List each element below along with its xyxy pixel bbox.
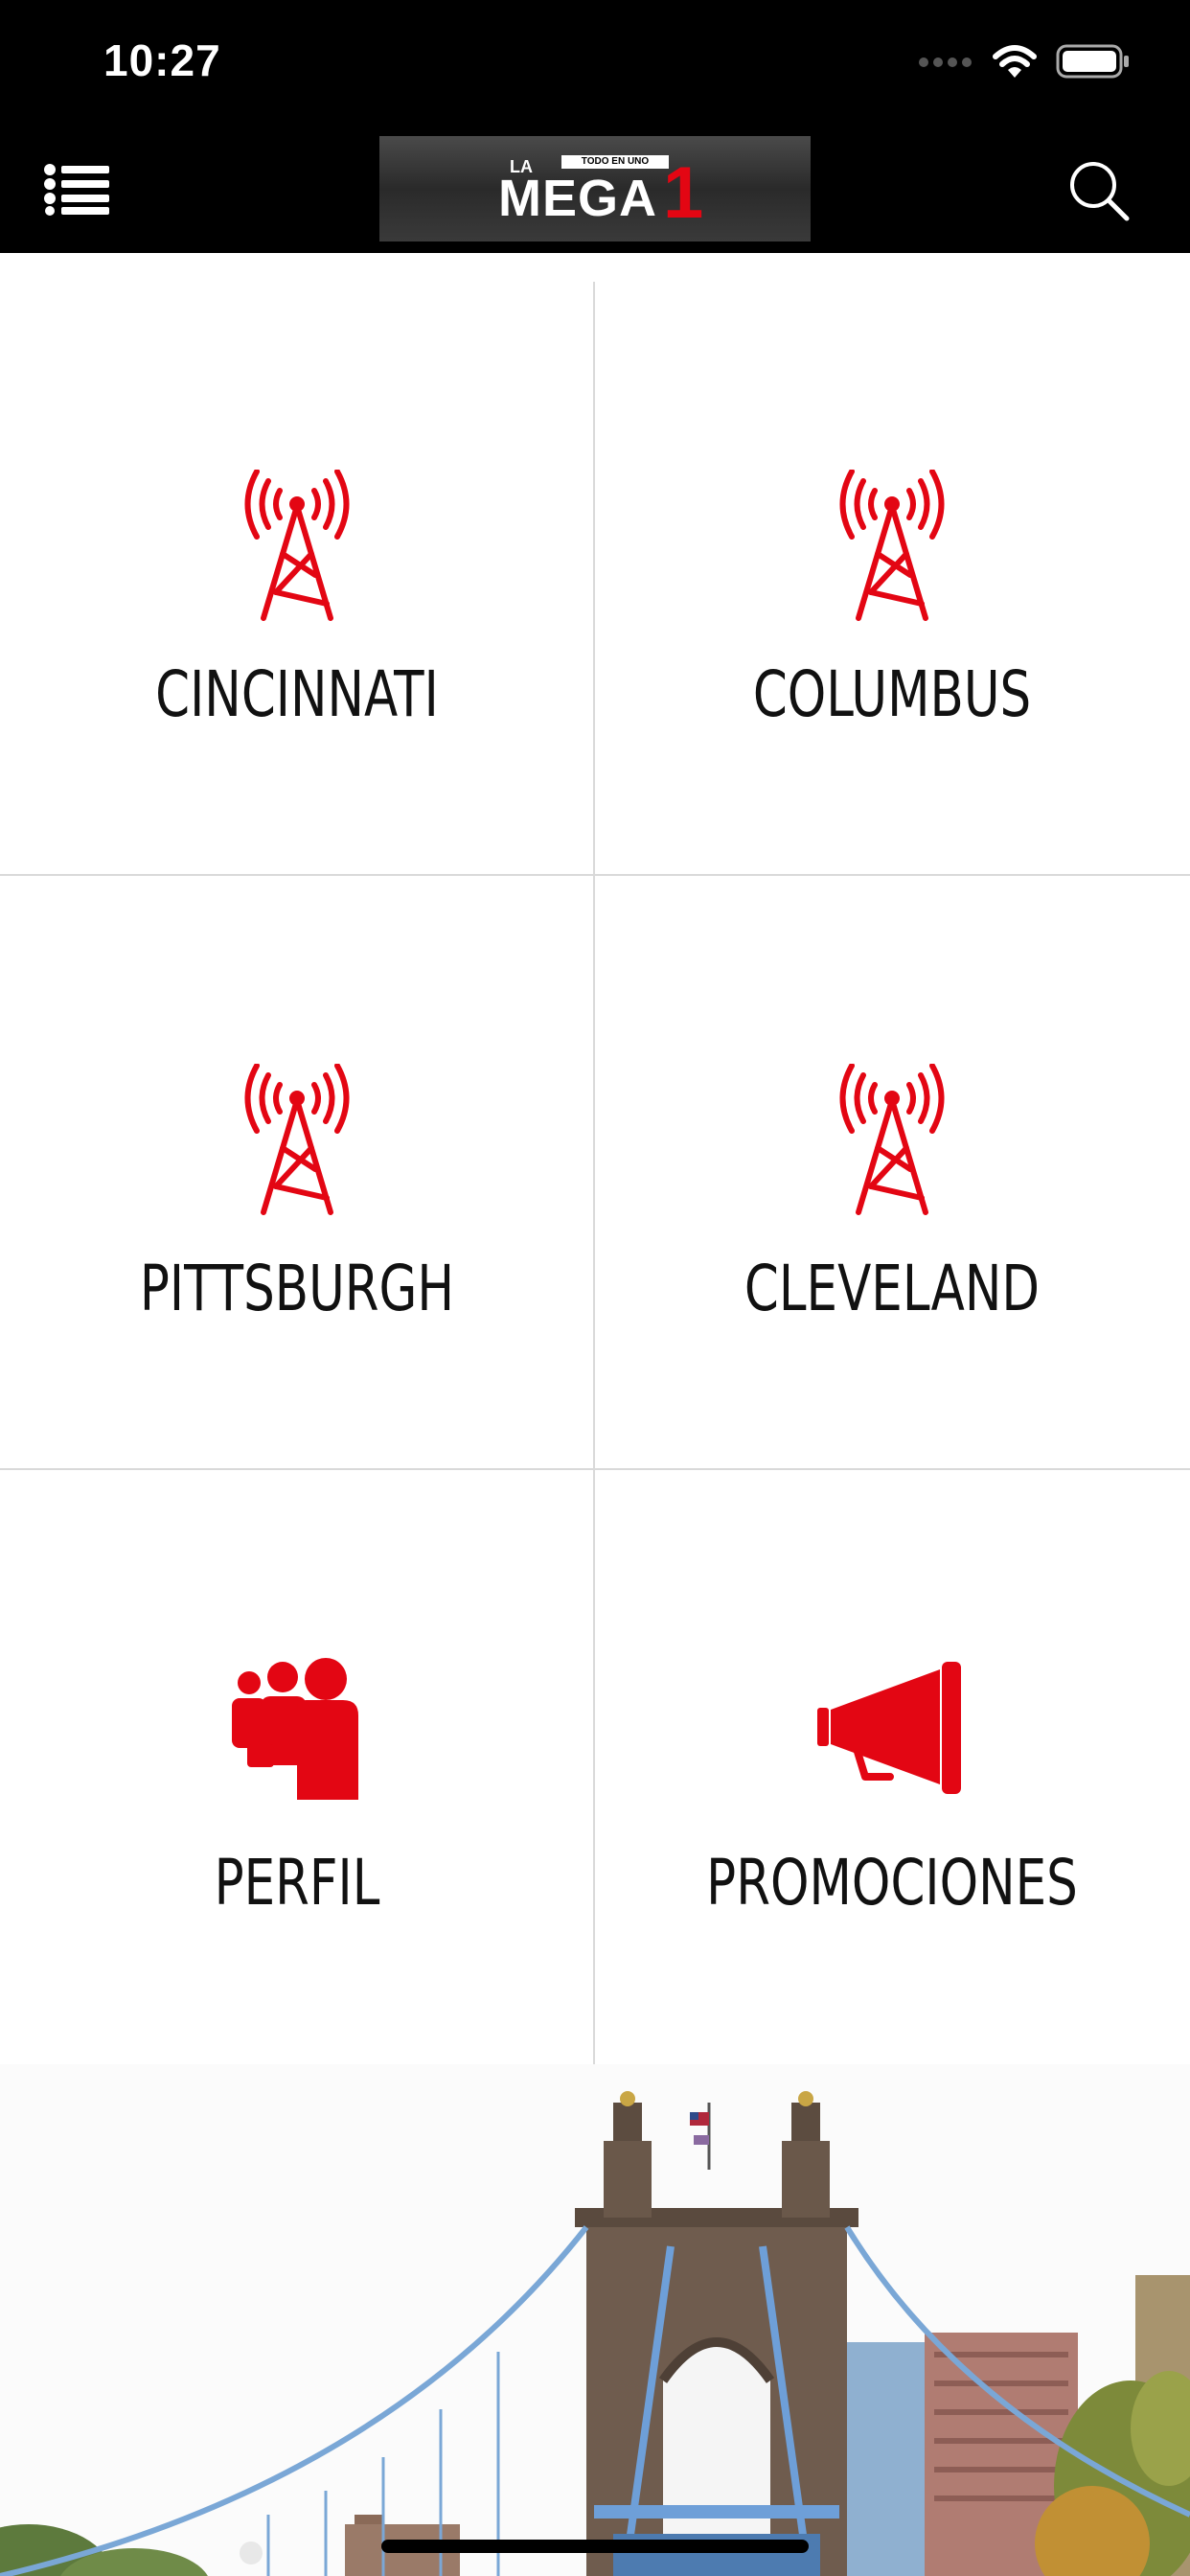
app-screen: 10:27 LA TODO EN UNO MEGA 1 CINCINNATI C… bbox=[0, 0, 1190, 2576]
tile-label: PROMOCIONES bbox=[706, 1846, 1078, 1920]
megaphone-icon bbox=[817, 1662, 961, 1794]
radio-tower-icon bbox=[839, 1064, 945, 1215]
search-icon bbox=[1070, 162, 1130, 221]
tile-label: COLUMBUS bbox=[752, 657, 1032, 731]
tile-label: PERFIL bbox=[214, 1846, 380, 1920]
status-icons bbox=[918, 42, 1131, 80]
tile-pittsburgh[interactable]: PITTSBURGH bbox=[0, 876, 594, 1470]
search-button[interactable] bbox=[1067, 159, 1131, 222]
logo-name: MEGA bbox=[498, 170, 657, 227]
tile-promociones[interactable]: PROMOCIONES bbox=[595, 1470, 1189, 2064]
status-time: 10:27 bbox=[103, 35, 221, 85]
station-grid: CINCINNATI COLUMBUS PITTSBURGH CLEVELAND… bbox=[0, 253, 1190, 2066]
top-bar: 10:27 LA TODO EN UNO MEGA 1 bbox=[0, 0, 1190, 253]
logo-tagline: TODO EN UNO bbox=[561, 155, 669, 169]
tile-cleveland[interactable]: CLEVELAND bbox=[595, 876, 1189, 1470]
tile-label: CLEVELAND bbox=[744, 1252, 1041, 1325]
cellular-signal-icon bbox=[919, 58, 972, 67]
tile-label: CINCINNATI bbox=[155, 657, 439, 731]
home-indicator[interactable] bbox=[381, 2540, 809, 2553]
list-menu-icon bbox=[44, 164, 109, 216]
cincinnati-bridge-photo bbox=[0, 2064, 1190, 2576]
people-group-icon bbox=[232, 1658, 358, 1800]
app-logo[interactable]: LA TODO EN UNO MEGA 1 bbox=[379, 136, 811, 242]
tile-columbus[interactable]: COLUMBUS bbox=[595, 282, 1189, 876]
battery-icon bbox=[1056, 44, 1129, 79]
wifi-icon bbox=[993, 45, 1037, 78]
tile-cincinnati[interactable]: CINCINNATI bbox=[0, 282, 594, 876]
radio-tower-icon bbox=[244, 470, 350, 621]
tile-label: PITTSBURGH bbox=[139, 1252, 455, 1325]
bridge-illustration bbox=[0, 2064, 1190, 2576]
logo-number: 1 bbox=[663, 152, 704, 234]
menu-button[interactable] bbox=[44, 163, 109, 217]
radio-tower-icon bbox=[244, 1064, 350, 1215]
tile-perfil[interactable]: PERFIL bbox=[0, 1470, 594, 2064]
radio-tower-icon bbox=[839, 470, 945, 621]
